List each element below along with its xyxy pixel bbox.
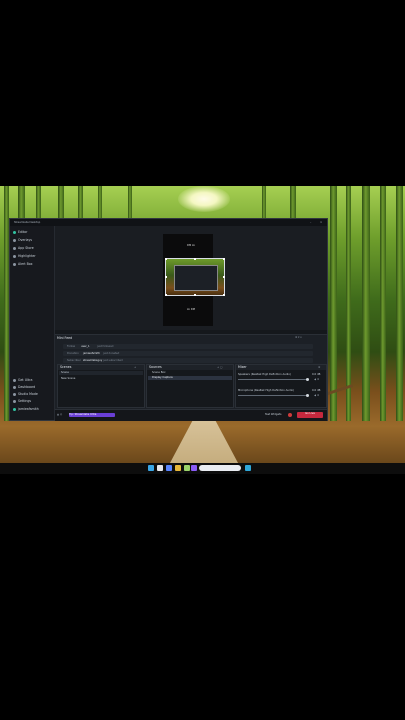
mixer-channel: Microphone (Realtek High Definition Audi… — [238, 389, 321, 397]
sidebar-item-app-store[interactable]: App Store — [13, 246, 34, 250]
bamboo-stalk — [330, 186, 337, 421]
add-source-icon[interactable]: + ▢ — [217, 366, 222, 369]
microphone-icon[interactable]: ◀ ⚙ — [314, 394, 319, 397]
app-store-icon — [13, 246, 16, 250]
list-item[interactable]: New Scene — [59, 377, 143, 381]
volume-knob[interactable] — [306, 394, 309, 397]
mixer-dock: Mixer ⚙ Speakers (Realtek High Definitio… — [235, 364, 327, 408]
ultra-icon — [13, 378, 16, 382]
scenes-dock: Scenes + Scene New Scene — [57, 364, 145, 408]
sidebar-item-get-ultra[interactable]: Get Ultra — [13, 378, 32, 382]
mini-feed: Mini Feed ⚙ ▾ ⏸ Follow user_1 just follo… — [55, 334, 327, 363]
sidebar-item-studio-mode[interactable]: Studio Mode — [13, 392, 38, 396]
test-widgets-button[interactable]: Test Widgets — [265, 413, 281, 416]
sidebar-item-label: Dashboard — [18, 385, 36, 389]
preview-top-label: DM Lk — [187, 244, 196, 247]
gear-icon — [13, 399, 16, 403]
list-item: Subscriber streamlabsguy just subscribed — [63, 358, 313, 363]
nested-window-preview — [174, 265, 218, 291]
mini-feed-title: Mini Feed — [57, 336, 73, 340]
sidebar-item-label: Editor — [18, 230, 28, 234]
sidebar-item-label: Alert Box — [18, 262, 33, 266]
resize-handle[interactable] — [165, 258, 167, 260]
preview-bottom-label: Lk DM — [187, 308, 196, 311]
resize-handle[interactable] — [165, 294, 167, 296]
sidebar-item-dashboard[interactable]: Dashboard — [13, 385, 35, 389]
app-icon[interactable] — [166, 465, 172, 471]
sidebar-item-label: Get Ultra — [18, 378, 33, 382]
sidebar-item-profile[interactable]: jamieafsmith — [13, 407, 39, 411]
resize-handle[interactable] — [194, 294, 196, 296]
bamboo-stalk — [396, 186, 403, 421]
editor-icon — [13, 230, 16, 234]
folder-icon[interactable] — [175, 465, 181, 471]
scenes-header: Scenes + — [58, 365, 144, 370]
file-explorer-icon[interactable] — [157, 465, 163, 471]
sidebar-item-settings[interactable]: Settings — [13, 399, 31, 403]
sidebar-item-label: Highlighter — [18, 254, 36, 258]
sidebar: Editor Overlays App Store Highlighter Al… — [10, 226, 55, 420]
sidebar-item-overlays[interactable]: Overlays — [13, 238, 32, 242]
volume-knob[interactable] — [306, 378, 309, 381]
bamboo-stalk — [362, 186, 370, 421]
app-icon[interactable] — [191, 465, 197, 471]
avatar — [13, 407, 16, 411]
highlighter-icon — [13, 254, 16, 258]
bamboo-stalk — [380, 186, 386, 421]
overlays-icon — [13, 238, 16, 242]
sidebar-item-editor[interactable]: Editor — [13, 230, 27, 234]
streamlabs-window: Streamlabs Desktop – × Editor Overlays A… — [9, 218, 328, 421]
feed-settings-icon[interactable]: ⚙ ▾ ⏸ — [295, 336, 302, 339]
sidebar-item-label: App Store — [18, 246, 34, 250]
resize-handle[interactable] — [223, 258, 225, 260]
list-item: Follow user_1 just followed — [63, 344, 313, 349]
resize-handle[interactable] — [165, 276, 167, 278]
taskbar-search[interactable] — [199, 465, 241, 471]
alert-box-icon — [13, 262, 16, 266]
window-title: Streamlabs Desktop — [14, 221, 41, 224]
display-capture-source[interactable] — [165, 258, 225, 296]
tip-banner[interactable]: Tip: Streamlabs Ultra — [69, 413, 115, 417]
sidebar-item-label: Settings — [18, 399, 32, 403]
mixer-header: Mixer ⚙ — [236, 365, 326, 370]
cpu-icon: ▲ ◎ — [57, 413, 63, 416]
close-icon[interactable]: × — [320, 221, 322, 224]
preview-area[interactable]: DM Lk Lk DM — [55, 226, 327, 330]
list-item[interactable]: Display Capture — [148, 376, 232, 380]
go-live-button[interactable]: Go Live — [297, 412, 323, 418]
sidebar-item-label: Overlays — [18, 238, 33, 242]
list-item: Donation jamieafsmith just donated — [63, 351, 313, 356]
resize-handle[interactable] — [194, 258, 196, 260]
resize-handle[interactable] — [223, 294, 225, 296]
dashboard-icon — [13, 385, 16, 389]
sources-header: Sources + ▢ — [147, 365, 233, 370]
sidebar-item-label: jamieafsmith — [18, 407, 39, 411]
list-item[interactable]: Scene Box — [148, 371, 232, 375]
volume-slider[interactable] — [238, 395, 308, 397]
sunlight — [178, 186, 230, 212]
sidebar-item-alert-box[interactable]: Alert Box — [13, 262, 33, 266]
sidebar-item-highlighter[interactable]: Highlighter — [13, 254, 36, 258]
start-icon[interactable] — [148, 465, 154, 471]
mixer-channel: Speakers (Realtek High Definition Audio)… — [238, 373, 321, 381]
status-bar: ▲ ◎ Tip: Streamlabs Ultra Test Widgets G… — [55, 409, 327, 421]
mixer-settings-icon[interactable]: ⚙ — [318, 366, 320, 369]
resize-handle[interactable] — [223, 276, 225, 278]
sidebar-item-label: Studio Mode — [18, 392, 38, 396]
scene-collection-header[interactable]: Scene — [59, 371, 143, 375]
add-scene-icon[interactable]: + — [134, 366, 136, 369]
speaker-icon[interactable]: ◀ ⚙ — [314, 378, 319, 381]
volume-slider[interactable] — [238, 379, 308, 381]
sources-dock: Sources + ▢ Scene Box Display Capture — [146, 364, 234, 408]
studio-mode-icon — [13, 392, 16, 396]
minimize-icon[interactable]: – — [310, 221, 311, 224]
app-icon[interactable] — [184, 465, 190, 471]
title-bar: Streamlabs Desktop – × — [10, 219, 327, 226]
record-button[interactable] — [288, 413, 292, 417]
app-icon[interactable] — [245, 465, 251, 471]
